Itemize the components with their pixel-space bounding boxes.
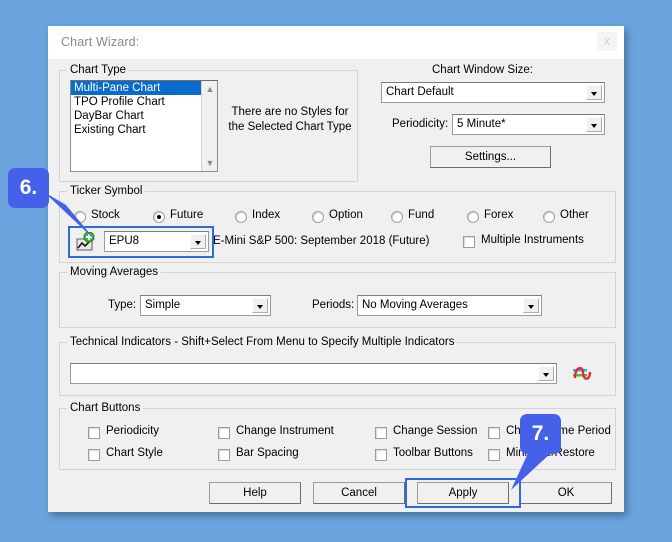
callout-tails [44, 192, 552, 490]
callout-badge-7: 7. [520, 414, 561, 454]
callout-badge-6: 6. [8, 168, 49, 208]
